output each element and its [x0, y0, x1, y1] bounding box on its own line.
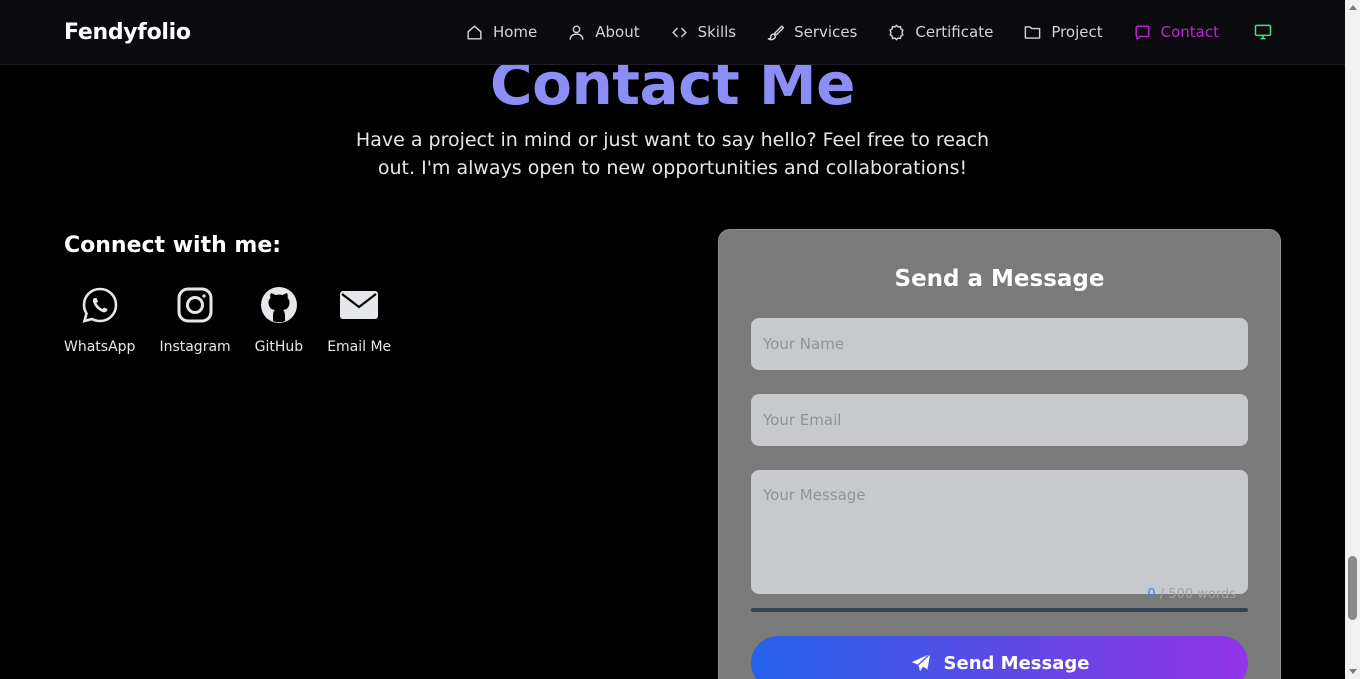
social-label-github: GitHub [254, 339, 304, 355]
code-icon [671, 27, 687, 37]
user-icon [569, 24, 584, 40]
social-link-whatsapp[interactable]: WhatsApp [64, 285, 135, 355]
word-count: 0 [1147, 587, 1156, 602]
mail-icon [340, 291, 379, 319]
social-link-email[interactable]: Email Me [327, 285, 391, 355]
paper-plane-icon [911, 653, 931, 672]
nav-list: Home About Skills Services Certificate P… [435, 19, 1273, 45]
nav-item-skills[interactable]: Skills [670, 19, 737, 45]
scroll-up-arrow[interactable] [1349, 5, 1357, 10]
send-message-button[interactable]: Send Message [751, 636, 1248, 679]
nav-item-project[interactable]: Project [1023, 19, 1103, 45]
message-textarea[interactable] [751, 470, 1248, 594]
nav-item-home[interactable]: Home [465, 19, 537, 45]
monitor-icon [1254, 24, 1272, 40]
nav-label-certificate: Certificate [915, 23, 994, 41]
nav-label-project: Project [1051, 23, 1103, 41]
social-label-instagram: Instagram [159, 339, 231, 355]
nav-label-services: Services [794, 23, 858, 41]
word-limit: / 500 words [1155, 587, 1236, 602]
github-icon [260, 287, 297, 323]
brand-logo[interactable]: Fendyfolio [64, 20, 191, 45]
scroll-down-arrow[interactable] [1349, 669, 1357, 674]
nav-label-contact: Contact [1160, 23, 1219, 41]
contact-form: Send a Message 0 / 500 words Send Messag… [718, 229, 1281, 679]
nav-label-about: About [595, 23, 640, 41]
navbar: Fendyfolio Home About Skills Services Ce… [0, 0, 1345, 65]
word-progress-bar [751, 608, 1248, 612]
connect-heading: Connect with me: [64, 233, 282, 258]
folder-icon [1024, 25, 1041, 39]
nav-label-home: Home [492, 23, 538, 41]
badge-icon [889, 23, 905, 41]
page-subtitle: Have a project in mind or just want to s… [355, 129, 990, 179]
whatsapp-icon [82, 287, 118, 323]
social-link-instagram[interactable]: Instagram [159, 285, 231, 355]
word-counter: 0 / 500 words [1147, 587, 1236, 602]
theme-toggle-button[interactable] [1253, 22, 1273, 42]
scroll-thumb[interactable] [1348, 556, 1357, 620]
page: Fendyfolio Home About Skills Services Ce… [0, 0, 1360, 679]
social-link-github[interactable]: GitHub [254, 285, 304, 355]
send-message-label: Send Message [943, 652, 1090, 674]
social-label-whatsapp: WhatsApp [64, 339, 136, 355]
name-input[interactable] [751, 318, 1248, 370]
nav-item-contact[interactable]: Contact [1133, 19, 1219, 45]
social-label-email: Email Me [327, 339, 392, 355]
nav-item-services[interactable]: Services [766, 19, 857, 45]
nav-label-skills: Skills [697, 23, 737, 41]
brush-icon [767, 24, 785, 40]
nav-item-certificate[interactable]: Certificate [887, 19, 993, 45]
social-links: WhatsApp Instagram GitHub Email Me [64, 285, 415, 355]
form-title: Send a Message [894, 266, 1105, 292]
instagram-icon [177, 287, 213, 323]
nav-item-about[interactable]: About [567, 19, 640, 45]
chat-icon [1135, 24, 1150, 40]
email-input[interactable] [751, 394, 1248, 446]
page-scrollbar[interactable] [1345, 0, 1360, 679]
home-icon [467, 24, 482, 40]
